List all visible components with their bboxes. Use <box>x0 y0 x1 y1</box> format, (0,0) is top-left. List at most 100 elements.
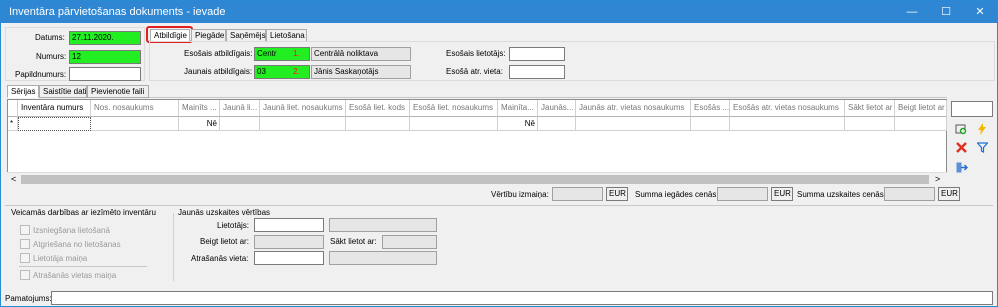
table-cell[interactable] <box>845 117 895 131</box>
col-new-user-name[interactable]: Jaunā liet. nosaukums <box>260 100 346 117</box>
accounting-sum-label: Summa uzskaites cenās: <box>797 190 886 199</box>
col-old-user-code[interactable]: Esošā liet. kods <box>346 100 410 117</box>
section-divider <box>5 205 993 206</box>
new-responsible-label: Jaunais atbildīgais: <box>184 67 253 76</box>
end-use-field <box>254 235 324 249</box>
table-cell[interactable]: Nē <box>498 117 538 131</box>
accounting-sum-currency: EUR <box>938 187 960 201</box>
old-responsible-name: Centrālā noliktava <box>311 47 411 61</box>
old-user-label: Esošais lietotājs: <box>446 49 506 58</box>
new-location-name-field <box>329 251 437 265</box>
document-window: Inventāra pārvietošanas dokuments - ieva… <box>0 0 998 307</box>
new-user-field[interactable] <box>254 218 324 232</box>
scroll-right-icon[interactable]: > <box>935 174 940 184</box>
user-change-checkbox[interactable] <box>20 253 30 263</box>
table-cell[interactable] <box>538 117 576 131</box>
tab-attached-files[interactable]: Pievienotie faili <box>87 85 149 98</box>
window-title: Inventāra pārvietošanas dokuments - ieva… <box>9 6 226 18</box>
filter-icon[interactable] <box>976 142 989 156</box>
new-responsible-code: 03 <box>257 67 266 76</box>
col-changed[interactable]: Mainīts ... <box>179 100 220 117</box>
new-responsible-name: Jānis Saskaņotājs <box>311 65 411 79</box>
issue-for-use-label: Izsniegšana lietošanā <box>33 226 110 235</box>
table-cell[interactable] <box>576 117 691 131</box>
number-field[interactable]: 12 <box>69 50 141 64</box>
table-cell[interactable] <box>260 117 346 131</box>
new-values-border <box>173 213 174 281</box>
col-end-use[interactable]: Beigt lietot ar <box>895 100 947 117</box>
col-inventory-number[interactable]: Inventāra numurs <box>18 100 91 117</box>
issue-for-use-checkbox[interactable] <box>20 225 30 235</box>
import-icon[interactable] <box>956 162 968 176</box>
location-label: Atrašanās vieta: <box>191 254 249 263</box>
basis-label: Pamatojums: <box>5 294 52 303</box>
new-responsible-marker: 2. <box>293 67 300 76</box>
extra-number-field[interactable] <box>69 67 141 81</box>
scrollbar-thumb[interactable] <box>21 175 929 184</box>
old-location-field[interactable] <box>509 65 565 79</box>
minimize-button[interactable]: — <box>895 1 929 23</box>
lightning-icon[interactable] <box>977 123 987 138</box>
tab-strip-line <box>149 97 947 98</box>
col-old-user-name[interactable]: Esošā liet. nosaukums <box>410 100 498 117</box>
col-old-location-name[interactable]: Esošās atr. vietas nosaukums <box>730 100 845 117</box>
return-from-use-checkbox[interactable] <box>20 239 30 249</box>
accounting-sum-field <box>884 187 935 201</box>
scroll-left-icon[interactable]: < <box>11 174 16 184</box>
start-use-label: Sākt lietot ar: <box>330 237 377 246</box>
tab-series[interactable]: Sērijas <box>7 85 39 98</box>
col-changed-location[interactable]: Mainīta... <box>498 100 538 117</box>
table-cell[interactable] <box>410 117 498 131</box>
new-row-marker: * <box>8 117 18 131</box>
col-new-user-code[interactable]: Jaunā li... <box>220 100 260 117</box>
return-from-use-label: Atgriešana no lietošanas <box>33 240 121 249</box>
new-user-label: Lietotājs: <box>217 221 250 230</box>
col-new-location-name[interactable]: Jaunās atr. vietas nosaukums <box>576 100 691 117</box>
value-change-label: Vērtību izmaiņa: <box>491 190 549 199</box>
maximize-button[interactable]: ☐ <box>929 1 963 23</box>
new-user-name-field <box>329 218 437 232</box>
col-name[interactable]: Nos. nosaukums <box>91 100 179 117</box>
value-change-field <box>552 187 603 201</box>
table-cell[interactable] <box>346 117 410 131</box>
purchase-sum-field <box>717 187 768 201</box>
horizontal-scrollbar[interactable]: < > <box>7 172 947 185</box>
value-change-currency: EUR <box>606 187 628 201</box>
actions-title: Veicamās darbības ar iezīmēto inventāru <box>11 208 156 217</box>
table-cell[interactable] <box>895 117 947 131</box>
extra-number-label: Papildnumurs: <box>15 70 67 79</box>
table-cell[interactable] <box>691 117 730 131</box>
old-location-label: Esošā atr. vieta: <box>446 67 503 76</box>
basis-field[interactable] <box>51 291 993 305</box>
add-row-icon[interactable] <box>955 123 967 138</box>
purchase-sum-currency: EUR <box>771 187 793 201</box>
new-location-field[interactable] <box>254 251 324 265</box>
col-start-use[interactable]: Sākt lietot ar <box>845 100 895 117</box>
location-change-label: Atrašanās vietas maiņa <box>33 271 117 280</box>
user-change-label: Lietotāja maiņa <box>33 254 88 263</box>
table-cell[interactable] <box>220 117 260 131</box>
col-new-location-code[interactable]: Jaunās... <box>538 100 576 117</box>
old-responsible-code: Centr <box>257 49 277 58</box>
delete-icon[interactable] <box>956 142 967 156</box>
old-responsible-code-field[interactable]: Centr 1. <box>254 47 310 61</box>
tab-related-data[interactable]: Saistītie dati <box>39 85 87 98</box>
date-field[interactable]: 27.11.2020. <box>69 31 141 45</box>
close-button[interactable]: ✕ <box>963 1 997 23</box>
old-user-field[interactable] <box>509 47 565 61</box>
old-responsible-marker: 1. <box>293 49 300 58</box>
table-cell[interactable] <box>730 117 845 131</box>
actions-divider <box>19 266 147 267</box>
old-responsible-label: Esošais atbildīgais: <box>184 49 253 58</box>
table-cell[interactable]: Nē <box>179 117 220 131</box>
location-change-checkbox[interactable] <box>20 270 30 280</box>
col-old-location-code[interactable]: Esošās ... <box>691 100 730 117</box>
purchase-sum-label: Summa iegādes cenās: <box>635 190 719 199</box>
date-label: Datums: <box>35 33 65 42</box>
start-use-field <box>382 235 437 249</box>
side-search-field[interactable] <box>951 101 993 117</box>
table-cell[interactable] <box>18 117 91 131</box>
number-label: Numurs: <box>36 52 67 61</box>
new-responsible-code-field[interactable]: 03 2. <box>254 65 310 79</box>
table-cell[interactable] <box>91 117 179 131</box>
